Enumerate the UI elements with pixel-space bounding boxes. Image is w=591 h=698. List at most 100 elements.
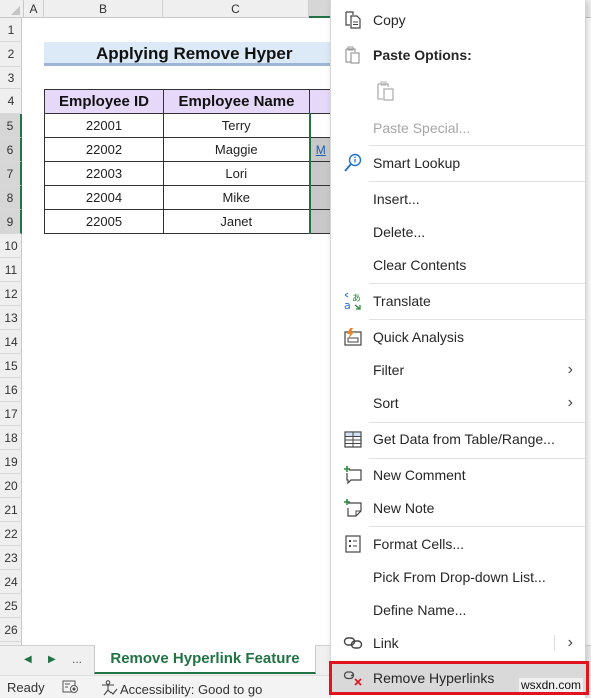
menu-item-copy[interactable]: Copy: [331, 5, 585, 35]
row-header-25[interactable]: 25: [0, 594, 22, 618]
paste-button[interactable]: [331, 76, 585, 108]
watermark: wsxdn.com: [518, 678, 583, 692]
cell-employee-id[interactable]: 22002: [44, 137, 164, 162]
menu-item-get-data[interactable]: Get Data from Table/Range...: [331, 424, 585, 454]
row-header-26[interactable]: 26: [0, 618, 22, 642]
column-header-b[interactable]: B: [44, 0, 163, 18]
cell-employee-id[interactable]: 22004: [44, 185, 164, 210]
menu-item-paste-special[interactable]: Paste Special...: [331, 113, 585, 143]
more-sheets-button[interactable]: ...: [72, 652, 82, 666]
menu-item-remove-hyperlinks[interactable]: Remove Hyperlinks wsxdn.com: [329, 661, 589, 695]
menu-item-insert[interactable]: Insert...: [331, 184, 585, 214]
context-menu: Copy Paste Options: Paste Special... Sma…: [329, 0, 589, 698]
copy-icon: [343, 10, 363, 30]
cell-employee-name[interactable]: Maggie: [163, 137, 310, 162]
cell-link[interactable]: [308, 209, 332, 234]
row-header-17[interactable]: 17: [0, 402, 22, 426]
menu-item-define-name[interactable]: Define Name...: [331, 595, 585, 625]
format-cells-icon: [343, 534, 363, 554]
row-header-23[interactable]: 23: [0, 546, 22, 570]
row-header-1[interactable]: 1: [0, 18, 22, 42]
cell-link[interactable]: [308, 113, 332, 138]
menu-separator: [369, 181, 585, 182]
menu-label: Paste Options:: [373, 47, 472, 63]
menu-label: Paste Special...: [373, 120, 471, 136]
hyperlink-text[interactable]: M: [316, 143, 326, 157]
cell-employee-name[interactable]: Janet: [163, 209, 310, 234]
menu-label: New Note: [373, 500, 435, 516]
row-header-13[interactable]: 13: [0, 306, 22, 330]
table-row: 22001 Terry: [44, 113, 332, 138]
row-header-14[interactable]: 14: [0, 330, 22, 354]
row-header-24[interactable]: 24: [0, 570, 22, 594]
menu-item-translate[interactable]: aあ Translate: [331, 286, 585, 316]
row-header-9[interactable]: 9: [0, 210, 22, 234]
svg-text:a: a: [344, 299, 351, 311]
menu-label: Clear Contents: [373, 257, 467, 273]
menu-label: Format Cells...: [373, 536, 465, 552]
menu-label: Remove Hyperlinks: [373, 670, 495, 686]
menu-label: Pick From Drop-down List...: [373, 569, 546, 585]
menu-item-format-cells[interactable]: Format Cells...: [331, 529, 585, 559]
menu-item-clear-contents[interactable]: Clear Contents: [331, 250, 585, 280]
menu-separator: [369, 422, 585, 423]
cell-link[interactable]: [308, 161, 332, 186]
row-header-18[interactable]: 18: [0, 426, 22, 450]
row-header-22[interactable]: 22: [0, 522, 22, 546]
cell-employee-name[interactable]: Terry: [163, 113, 310, 138]
sheet-tab-remove-hyperlink-feature[interactable]: Remove Hyperlink Feature: [94, 645, 316, 674]
cell-link[interactable]: [308, 185, 332, 210]
paste-option-icon: [375, 80, 397, 105]
menu-separator: [369, 526, 585, 527]
cell-employee-id[interactable]: 22005: [44, 209, 164, 234]
menu-item-sort[interactable]: Sort ›: [331, 388, 585, 418]
row-header-7[interactable]: 7: [0, 162, 22, 186]
macro-recording-icon[interactable]: [62, 680, 79, 694]
column-header-a[interactable]: A: [24, 0, 44, 18]
menu-item-new-comment[interactable]: New Comment: [331, 460, 585, 490]
row-header-4[interactable]: 4: [0, 89, 22, 114]
row-header-10[interactable]: 10: [0, 234, 22, 258]
menu-item-filter[interactable]: Filter ›: [331, 355, 585, 385]
row-header-2[interactable]: 2: [0, 42, 22, 67]
smart-lookup-icon: [343, 153, 363, 173]
menu-item-new-note[interactable]: New Note: [331, 493, 585, 523]
menu-label: Sort: [373, 395, 399, 411]
chevron-right-icon[interactable]: ›: [568, 634, 573, 652]
row-header-6[interactable]: 6: [0, 138, 22, 162]
row-header-3[interactable]: 3: [0, 67, 22, 89]
menu-item-delete[interactable]: Delete...: [331, 217, 585, 247]
menu-item-pick-from-list[interactable]: Pick From Drop-down List...: [331, 562, 585, 592]
header-column-d[interactable]: [309, 89, 332, 114]
select-all-corner[interactable]: [0, 0, 24, 18]
row-header-5[interactable]: 5: [0, 114, 22, 138]
cell-employee-id[interactable]: 22003: [44, 161, 164, 186]
row-header-8[interactable]: 8: [0, 186, 22, 210]
row-header-16[interactable]: 16: [0, 378, 22, 402]
menu-label: New Comment: [373, 467, 466, 483]
row-header-15[interactable]: 15: [0, 354, 22, 378]
next-sheet-button[interactable]: ▶: [48, 654, 56, 665]
header-employee-name[interactable]: Employee Name: [163, 89, 310, 114]
cell-employee-name[interactable]: Lori: [163, 161, 310, 186]
row-header-19[interactable]: 19: [0, 450, 22, 474]
row-header-12[interactable]: 12: [0, 282, 22, 306]
cell-employee-id[interactable]: 22001: [44, 113, 164, 138]
menu-label: Link: [373, 635, 399, 651]
row-header-21[interactable]: 21: [0, 498, 22, 522]
menu-item-link[interactable]: Link ›: [331, 628, 585, 658]
menu-item-quick-analysis[interactable]: Quick Analysis: [331, 322, 585, 352]
menu-label: Quick Analysis: [373, 329, 465, 345]
prev-sheet-button[interactable]: ◀: [24, 654, 32, 665]
row-header-20[interactable]: 20: [0, 474, 22, 498]
menu-item-smart-lookup[interactable]: Smart Lookup: [331, 148, 585, 178]
cell-link[interactable]: M: [308, 137, 332, 162]
column-header-c[interactable]: C: [163, 0, 309, 18]
cell-employee-name[interactable]: Mike: [163, 185, 310, 210]
row-header-11[interactable]: 11: [0, 258, 22, 282]
column-header-d[interactable]: [309, 0, 331, 18]
header-employee-id[interactable]: Employee ID: [44, 89, 164, 114]
accessibility-status[interactable]: Accessibility: Good to go: [100, 680, 262, 698]
menu-label: Smart Lookup: [373, 155, 461, 171]
table-row: 22003 Lori: [44, 161, 332, 186]
